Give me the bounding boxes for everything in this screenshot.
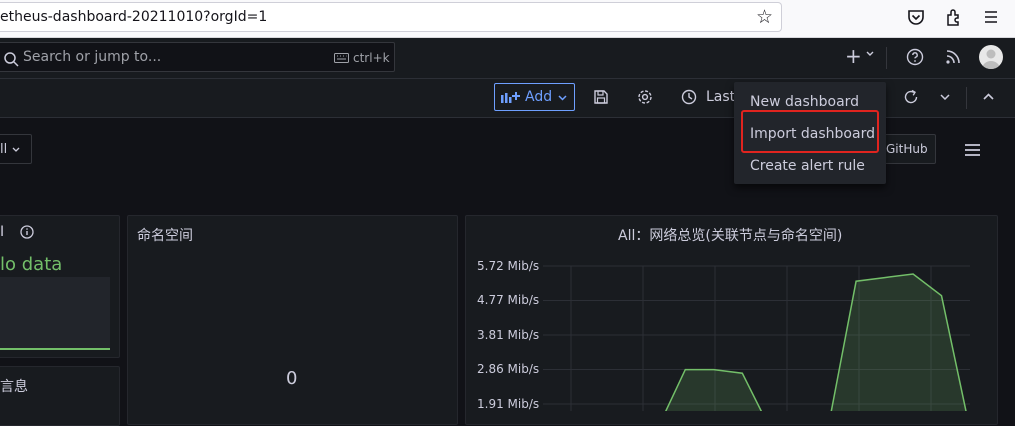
menu-item-new-dashboard[interactable]: New dashboard [750, 94, 859, 110]
series-area [665, 274, 966, 411]
network-chart [543, 265, 970, 411]
highlight-box [741, 110, 879, 153]
menu-item-create-alert-rule[interactable]: Create alert rule [750, 158, 865, 174]
